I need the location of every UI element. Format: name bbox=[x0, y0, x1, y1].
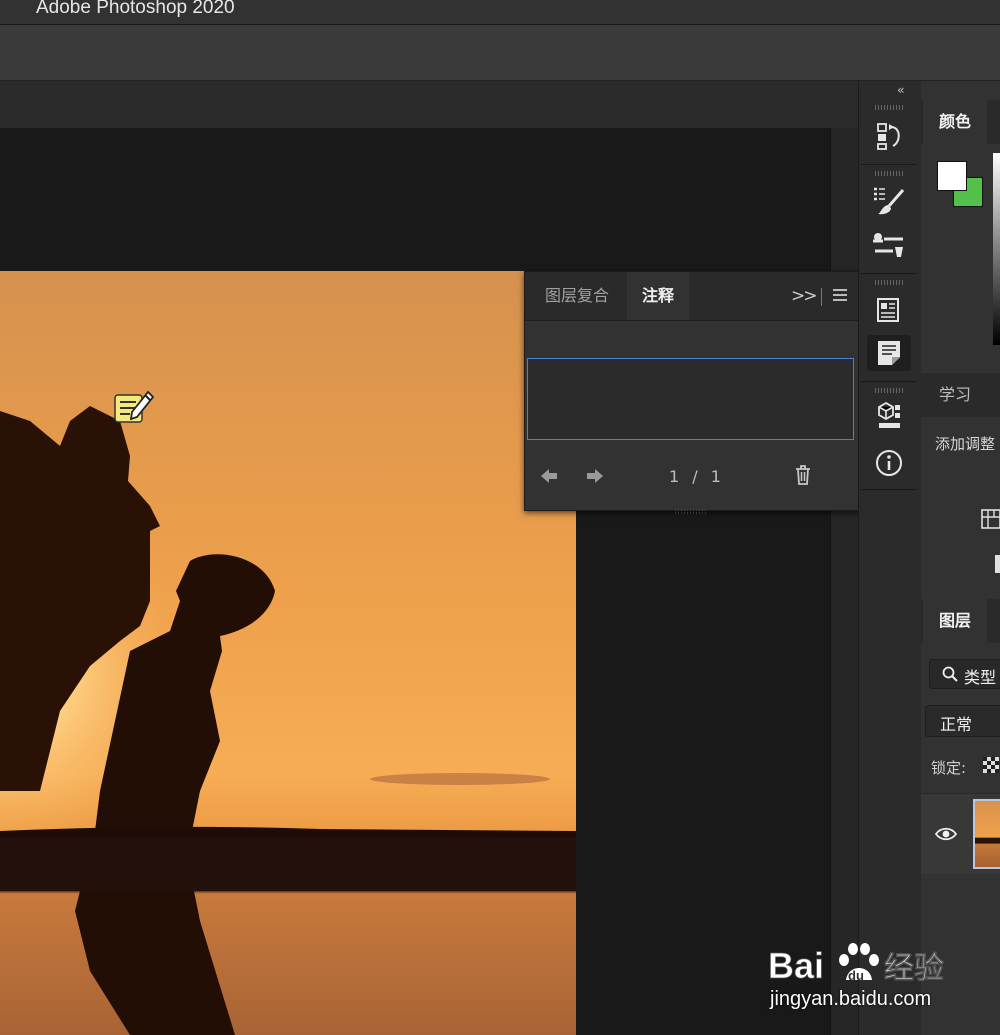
svg-text:经验: 经验 bbox=[884, 951, 944, 986]
dock-separator bbox=[861, 164, 917, 165]
layers-panel-header: 图层 bbox=[921, 599, 1000, 643]
arrow-left-icon[interactable] bbox=[539, 466, 559, 486]
note-marker-icon[interactable] bbox=[114, 386, 155, 426]
search-icon bbox=[942, 666, 958, 682]
note-text-field[interactable] bbox=[527, 358, 854, 440]
arrow-right-icon[interactable] bbox=[585, 466, 605, 486]
document-tab-bar bbox=[0, 81, 858, 128]
blend-mode-label: 正常 bbox=[940, 715, 973, 734]
canvas-image[interactable] bbox=[0, 271, 576, 1035]
tab-notes[interactable]: 注释 bbox=[627, 272, 689, 320]
levels-adjustment-icon[interactable] bbox=[981, 509, 1000, 529]
collapse-dock-icon[interactable]: ‹‹ bbox=[897, 83, 904, 97]
foreground-color-swatch[interactable] bbox=[937, 161, 967, 191]
tool-presets-icon[interactable] bbox=[867, 227, 911, 263]
dock-grip[interactable] bbox=[875, 280, 903, 285]
lock-label: 锁定: bbox=[931, 759, 967, 777]
panel-icon-dock: ‹‹ bbox=[858, 81, 922, 1035]
color-ramp[interactable] bbox=[993, 153, 1000, 345]
panel-resize-grip[interactable] bbox=[675, 499, 707, 514]
tab-layers[interactable]: 图层 bbox=[923, 599, 987, 643]
svg-text:Bai: Bai bbox=[768, 945, 824, 986]
dock-separator bbox=[861, 489, 917, 490]
dock-separator bbox=[861, 273, 917, 274]
baidu-jingyan-watermark-logo: Bai du 经验 bbox=[768, 938, 948, 986]
note-counter: 1 / 1 bbox=[669, 467, 725, 486]
app-title: Adobe Photoshop 2020 bbox=[36, 0, 235, 18]
tab-learn[interactable]: 学习 bbox=[923, 373, 987, 417]
layer-row[interactable] bbox=[921, 793, 1000, 874]
options-bar bbox=[0, 25, 1000, 81]
history-icon[interactable] bbox=[867, 118, 911, 154]
color-panel-header: 颜色 bbox=[921, 100, 1000, 144]
notes-icon[interactable] bbox=[867, 335, 911, 371]
canvas-scroll-strip bbox=[830, 128, 859, 1035]
lock-transparency-icon[interactable] bbox=[983, 757, 999, 773]
tab-layer-comps[interactable]: 图层复合 bbox=[529, 272, 625, 320]
layer-filter-dropdown[interactable]: 类型 bbox=[929, 659, 1000, 689]
tab-color[interactable]: 颜色 bbox=[923, 100, 987, 144]
double-chevron-right-icon[interactable]: >> bbox=[791, 286, 817, 306]
learn-subtitle: 添加调整 bbox=[935, 435, 996, 453]
eye-icon[interactable] bbox=[934, 826, 958, 842]
notes-footer: 1 / 1 bbox=[525, 458, 858, 496]
notes-panel: 图层复合 注释 >> 1 / 1 bbox=[524, 271, 859, 514]
dock-separator bbox=[861, 381, 917, 382]
panel-divider bbox=[821, 288, 822, 306]
dock-grip[interactable] bbox=[875, 388, 903, 393]
svg-text:du: du bbox=[848, 968, 864, 983]
brush-preset-icon[interactable] bbox=[867, 183, 911, 219]
dock-grip[interactable] bbox=[875, 171, 903, 176]
right-panel-column: 颜色 学习 添加调整 图层 类型 正常 锁定: bbox=[921, 81, 1000, 1035]
learn-panel-header: 学习 bbox=[921, 373, 1000, 417]
notes-panel-tabbar: 图层复合 注释 >> bbox=[525, 272, 858, 321]
watermark-url: jingyan.baidu.com bbox=[770, 988, 932, 1010]
blend-mode-select[interactable]: 正常 bbox=[925, 705, 1000, 737]
dock-grip[interactable] bbox=[875, 105, 903, 110]
title-bar: Adobe Photoshop 2020 bbox=[0, 0, 1000, 25]
sunset-silhouette-image bbox=[0, 271, 576, 1035]
layer-filter-label: 类型 bbox=[964, 668, 997, 687]
properties-icon[interactable] bbox=[867, 292, 911, 328]
trash-icon[interactable] bbox=[793, 464, 813, 486]
adjustment-icon[interactable] bbox=[995, 555, 1000, 573]
3d-icon[interactable] bbox=[867, 399, 911, 435]
info-icon[interactable] bbox=[867, 445, 911, 481]
panel-menu-icon[interactable] bbox=[831, 286, 849, 304]
layer-thumbnail[interactable] bbox=[973, 799, 1000, 869]
